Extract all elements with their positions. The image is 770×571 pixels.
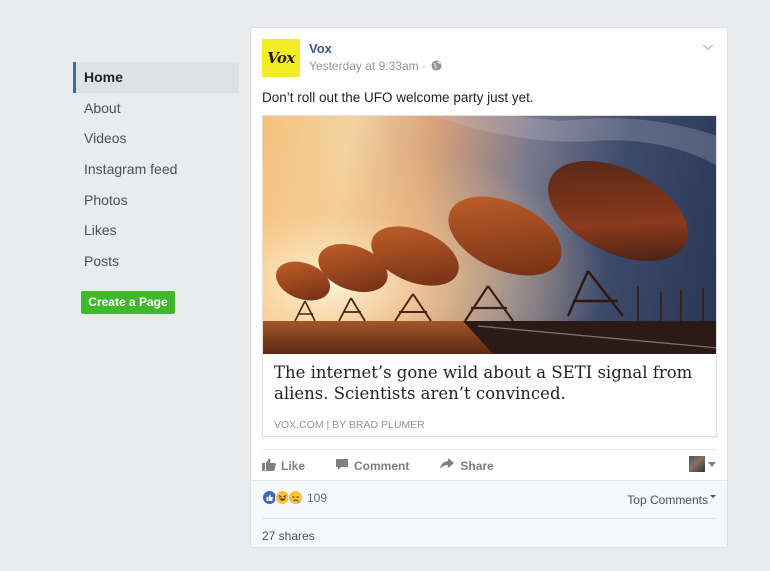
sidebar-item-photos[interactable]: Photos (73, 185, 239, 216)
telescope-scene-illustration (263, 116, 716, 354)
post-header: Vox Vox Yesterday at 9:33am · (262, 39, 716, 79)
post-actions-bar: Like Comment Share (262, 449, 716, 481)
sidebar-item-instagram-feed[interactable]: Instagram feed (73, 154, 239, 185)
create-page-button[interactable]: Create a Page (81, 291, 175, 314)
sidebar-item-videos[interactable]: Videos (73, 123, 239, 154)
link-preview-card[interactable]: The internet’s gone wild about a SETI si… (262, 115, 717, 437)
comment-sort-label: Top Comments (627, 493, 708, 507)
sidebar-item-likes[interactable]: Likes (73, 215, 239, 246)
post-options-chevron-icon[interactable] (700, 39, 716, 55)
meta-separator: · (418, 59, 430, 73)
viewer-avatar (689, 456, 705, 472)
like-button[interactable]: Like (262, 458, 305, 474)
page-name-link[interactable]: Vox (309, 41, 332, 56)
page-sidebar: Home About Videos Instagram feed Photos … (73, 62, 239, 314)
comment-button[interactable]: Comment (335, 458, 409, 474)
caret-down-icon (708, 461, 716, 467)
sad-reaction-icon (288, 490, 303, 505)
comment-label: Comment (354, 458, 410, 473)
globe-icon[interactable] (431, 60, 442, 74)
post-card: Vox Vox Yesterday at 9:33am · Don’t roll… (250, 27, 728, 548)
post-footer: 109 Top Comments 27 shares (251, 480, 727, 547)
comment-sort-dropdown[interactable]: Top Comments (627, 493, 716, 507)
share-label: Share (460, 458, 494, 473)
comment-icon (335, 458, 349, 474)
reactions-summary[interactable]: 109 (262, 490, 327, 505)
post-meta: Yesterday at 9:33am · (309, 59, 442, 74)
footer-divider (262, 518, 716, 519)
like-label: Like (281, 458, 306, 473)
link-title[interactable]: The internet’s gone wild about a SETI si… (274, 362, 706, 404)
link-source: VOX.COM | BY BRAD PLUMER (274, 419, 425, 431)
page-avatar[interactable]: Vox (262, 39, 300, 77)
post-as-selector[interactable] (689, 456, 716, 472)
share-button[interactable]: Share (439, 458, 494, 473)
shares-count-link[interactable]: 27 shares (262, 529, 315, 543)
link-preview-image (263, 116, 716, 354)
post-text: Don’t roll out the UFO welcome party jus… (262, 90, 534, 105)
reaction-count: 109 (307, 490, 328, 505)
sidebar-item-home[interactable]: Home (73, 62, 239, 93)
caret-down-icon (710, 495, 716, 498)
sidebar-item-about[interactable]: About (73, 93, 239, 124)
thumbs-up-icon (262, 458, 276, 474)
share-arrow-icon (439, 458, 455, 473)
sidebar-item-posts[interactable]: Posts (73, 246, 239, 277)
post-timestamp[interactable]: Yesterday at 9:33am (309, 59, 419, 73)
